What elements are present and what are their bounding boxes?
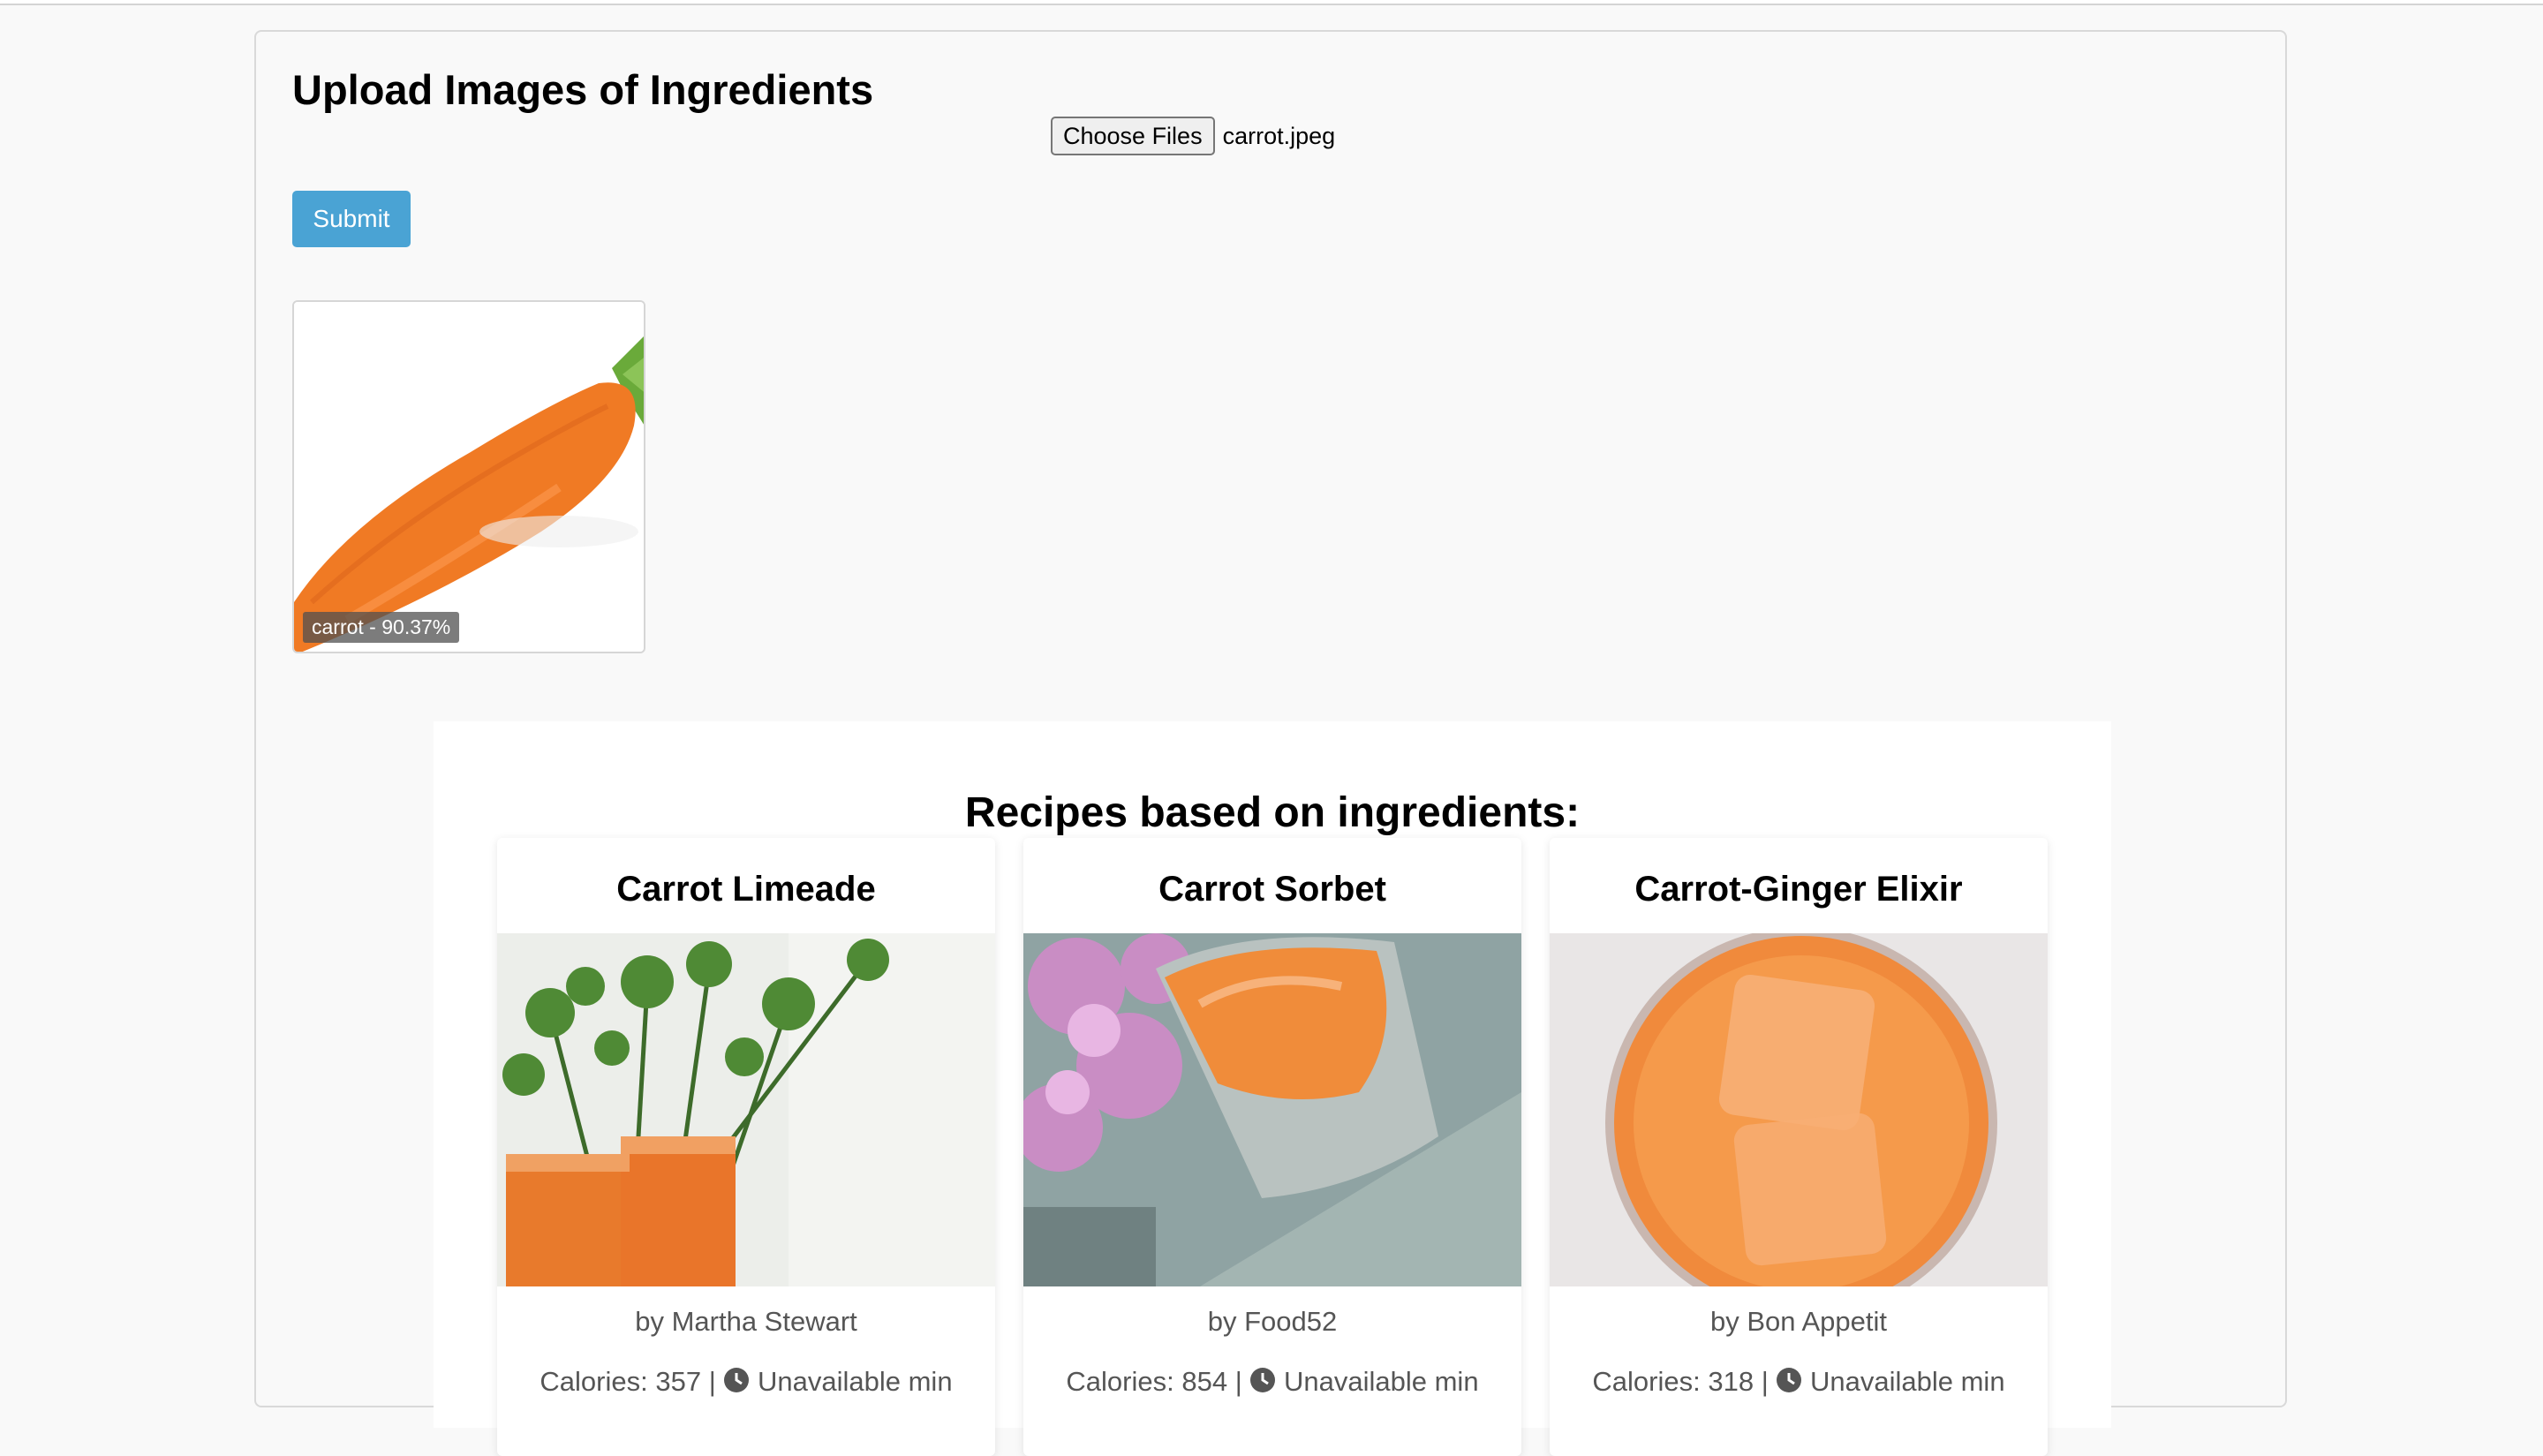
carrot-photo [294,302,644,652]
clock-icon [1250,1368,1276,1392]
browser-top-edge [0,0,2543,5]
recipe-time: Unavailable min [1284,1366,1479,1397]
recipe-meta: Calories: 318 | Unavailable min [1550,1366,2048,1398]
recipe-image[interactable] [1550,933,2048,1286]
recipe-time: Unavailable min [1810,1366,2005,1397]
recipe-meta: Calories: 357 | Unavailable min [497,1366,995,1398]
recipe-title[interactable]: Carrot Sorbet [1023,870,1521,909]
submit-button[interactable]: Submit [292,191,411,247]
recipe-author: by Bon Appetit [1710,1306,1887,1337]
selected-file-name: carrot.jpeg [1222,122,1336,149]
clock-icon [1777,1368,1802,1392]
recipe-title[interactable]: Carrot-Ginger Elixir [1550,870,2048,909]
recipes-section: Recipes based on ingredients: Carrot Lim… [434,721,2111,1456]
main-container: Upload Images of Ingredients Choose File… [254,30,2287,1456]
recipe-title[interactable]: Carrot Limeade [497,870,995,909]
page-title: Upload Images of Ingredients [292,66,874,113]
recipe-time: Unavailable min [758,1366,953,1397]
recipe-image[interactable] [497,933,995,1286]
recipe-card[interactable]: Carrot Sorbet by Food52 Calories: 854 | … [1023,838,1521,1456]
recipes-heading: Recipes based on ingredients: [964,789,1581,836]
recipe-card[interactable]: Carrot Limeade by Martha Stewart Calorie… [497,838,995,1456]
recipe-calories: Calories: 318 | [1592,1366,1769,1397]
recipe-author: by Martha Stewart [635,1306,857,1337]
file-input[interactable]: Choose Files carrot.jpeg [1051,117,1335,155]
recipe-image[interactable] [1023,933,1521,1286]
recipe-calories: Calories: 357 | [540,1366,716,1397]
recipe-meta: Calories: 854 | Unavailable min [1023,1366,1521,1398]
recipe-author: by Food52 [1207,1306,1338,1337]
recipe-card[interactable]: Carrot-Ginger Elixir by Bon Appetit Calo… [1550,838,2048,1456]
prediction-badge: carrot - 90.37% [303,612,460,643]
recipe-calories: Calories: 854 | [1066,1366,1242,1397]
uploaded-image-preview: carrot - 90.37% [292,300,645,653]
choose-files-button[interactable]: Choose Files [1051,117,1215,155]
clock-icon [724,1368,750,1392]
